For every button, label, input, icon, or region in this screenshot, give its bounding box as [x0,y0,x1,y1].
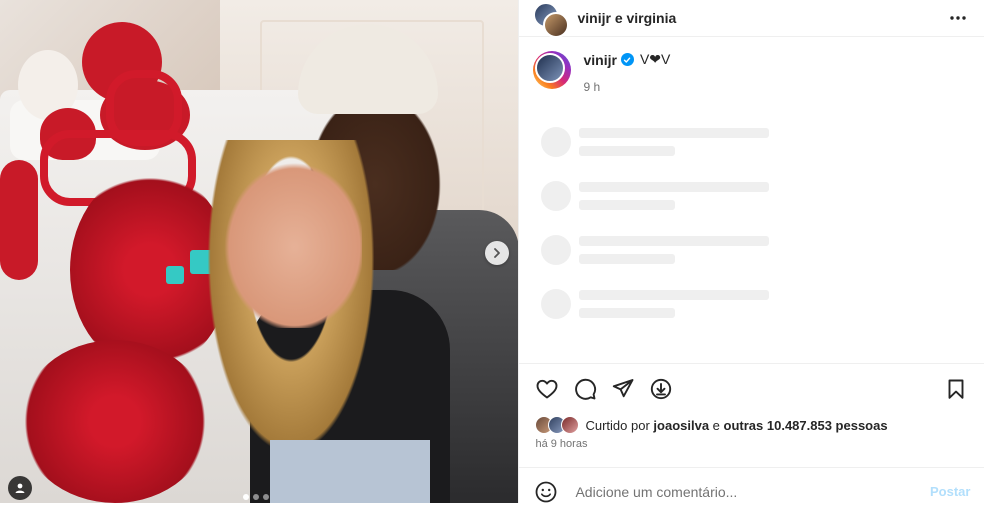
skeleton-line [579,308,676,318]
emoji-icon [536,481,557,502]
caption-line: vinijr V❤V [583,51,670,68]
action-bar [519,364,984,414]
woman-face [212,148,362,328]
skeleton-line [579,236,770,246]
verified-badge-icon [620,53,634,66]
comment-bar: Postar [519,467,984,507]
next-slide-button[interactable] [485,241,509,265]
story-avatar[interactable] [533,51,572,89]
post-actions-area: Curtido por joaosilva e outras 10.487.85… [519,363,984,504]
bookmark-icon [949,379,964,399]
comments-loading [519,115,984,331]
comment-skeleton [533,169,970,223]
gift-box [166,266,184,284]
comment-skeleton [533,115,970,169]
caption-time[interactable]: 9 h [583,80,670,94]
user-tag-icon [15,483,25,493]
comment-button[interactable] [571,375,599,403]
post-timestamp[interactable]: há 9 horas [519,436,984,456]
liker-avatars[interactable] [535,416,580,434]
comment-skeleton [533,223,970,277]
carousel-dot-3 [263,494,269,500]
more-options-button[interactable] [946,6,970,30]
skeleton-line [579,254,676,264]
skeleton-line [579,200,676,210]
avatar [535,53,566,83]
comment-input[interactable] [573,482,930,501]
red-teddy-bear-left [0,160,38,280]
heart-icon [537,379,558,399]
skeleton-lines [579,290,770,318]
carousel-indicator [243,494,269,500]
send-icon [613,379,634,398]
post-side-panel: vinijr e virginia vinijr V❤V 9 h Curtido… [518,0,984,504]
download-icon [651,378,672,400]
caption-username[interactable]: vinijr [583,52,616,68]
collab-avatars[interactable] [533,2,570,38]
more-horizontal-icon [950,16,966,20]
likes-prefix: Curtido por [585,417,650,433]
likes-summary: Curtido por joaosilva e outras 10.487.85… [519,414,984,436]
comment-icon [575,378,597,400]
likes-others-link[interactable]: outras 10.487.853 pessoas [724,418,888,433]
liker-username[interactable]: joaosilva [653,418,709,433]
skeleton-lines [579,182,770,210]
skeleton-line [579,290,770,300]
skeleton-lines [579,236,770,264]
download-button[interactable] [647,375,675,403]
like-button[interactable] [533,375,561,403]
share-button[interactable] [609,375,637,403]
carousel-dot-1 [243,494,249,500]
chevron-right-icon [494,248,500,258]
skeleton-line [579,128,770,138]
skeleton-avatar [541,289,572,319]
skeleton-avatar [541,181,572,211]
comment-skeleton [533,277,970,331]
skeleton-line [579,146,676,156]
carousel-dot-2 [253,494,259,500]
tagged-users-button[interactable] [8,476,32,500]
rose-petals-bottom [20,340,210,503]
post-modal: vinijr e virginia vinijr V❤V 9 h Curtido… [0,0,984,504]
skeleton-lines [579,128,770,156]
post-comment-button[interactable]: Postar [930,484,970,499]
avatar [543,12,570,38]
skeleton-avatar [541,235,572,265]
emoji-button[interactable] [533,479,559,505]
post-photo[interactable] [0,0,519,503]
post-header: vinijr e virginia [519,0,984,38]
likes-conjunction: e [712,417,720,433]
caption-body: vinijr V❤V 9 h [583,51,670,101]
woman-jeans [270,440,430,503]
skeleton-avatar [541,127,572,157]
avatar [561,416,580,434]
skeleton-line [579,182,770,192]
caption-text: V❤V [639,51,671,67]
post-authors[interactable]: vinijr e virginia [577,10,946,26]
caption: vinijr V❤V 9 h [519,37,984,101]
save-button[interactable] [942,375,970,403]
